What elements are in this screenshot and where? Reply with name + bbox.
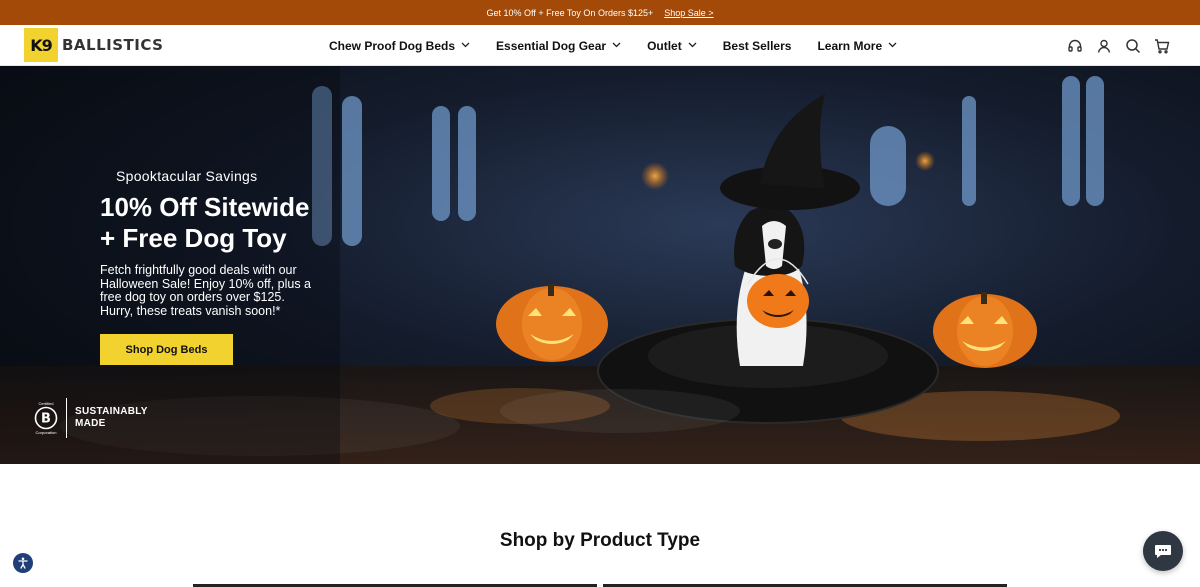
hero-headline-line1: 10% Off Sitewide (100, 192, 310, 222)
section-title: Shop by Product Type (499, 530, 701, 551)
hero-headline-line2: + Free Dog Toy (100, 223, 287, 253)
nav-label: Best Sellers (722, 38, 792, 53)
chevron-down-icon (688, 40, 697, 50)
b-corp-text-line1: SUSTAINABLY (75, 406, 148, 417)
hero-body: Fetch frightfully good deals with our Ha… (100, 263, 312, 318)
b-corp-logo: Certified B Corporation (34, 401, 58, 435)
nav-essential-dog-gear[interactable]: Essential Dog Gear (496, 39, 621, 53)
search-icon[interactable] (1124, 37, 1141, 54)
header-icons (1066, 25, 1170, 66)
hero-text-block: Spooktacular Savings 10% Off Sitewide + … (100, 168, 330, 318)
accessibility-button[interactable] (13, 553, 33, 573)
b-corp-badge: Certified B Corporation SUSTAINABLY MADE (34, 398, 148, 438)
cart-icon[interactable] (1153, 37, 1170, 54)
shop-dog-beds-button[interactable]: Shop Dog Beds (100, 334, 233, 365)
announcement-text: Get 10% Off + Free Toy On Orders $125+ (486, 7, 654, 18)
b-corp-circle-icon: B (34, 406, 58, 430)
main-nav: Chew Proof Dog Beds Essential Dog Gear O… (329, 25, 923, 66)
b-corp-letter: B (41, 412, 51, 427)
hero-eyebrow: Spooktacular Savings (116, 168, 258, 184)
nav-label: Essential Dog Gear (496, 38, 607, 53)
chat-bubble-icon (1155, 545, 1171, 558)
nav-best-sellers[interactable]: Best Sellers (723, 39, 792, 53)
announcement-bar: Get 10% Off + Free Toy On Orders $125+ S… (0, 0, 1200, 25)
hero-headline: 10% Off Sitewide + Free Dog Toy (100, 192, 330, 254)
accessibility-icon (18, 557, 28, 569)
hero-banner: Spooktacular Savings 10% Off Sitewide + … (0, 66, 1200, 464)
nav-chew-proof-dog-beds[interactable]: Chew Proof Dog Beds (329, 39, 470, 53)
nav-label: Outlet (647, 38, 682, 53)
nav-label: Learn More (817, 38, 883, 53)
chevron-down-icon (461, 40, 470, 50)
b-corp-corporation: Corporation (35, 430, 57, 435)
site-header: K9 BALLISTICS Chew Proof Dog Beds Essent… (0, 25, 1200, 66)
nav-outlet[interactable]: Outlet (647, 39, 697, 53)
chat-button[interactable] (1143, 531, 1183, 571)
logo[interactable]: K9 BALLISTICS (24, 28, 163, 62)
nav-label: Chew Proof Dog Beds (329, 38, 456, 53)
b-corp-text-line2: MADE (75, 418, 106, 429)
logo-wordmark: BALLISTICS (62, 36, 164, 54)
chevron-down-icon (888, 40, 897, 50)
chevron-down-icon (612, 40, 621, 50)
b-corp-text: SUSTAINABLY MADE (75, 406, 148, 430)
account-icon[interactable] (1095, 37, 1112, 54)
nav-learn-more[interactable]: Learn More (817, 39, 897, 53)
shop-sale-link[interactable]: Shop Sale > (664, 8, 713, 18)
support-headset-icon[interactable] (1066, 37, 1083, 54)
logo-badge: K9 (24, 28, 58, 62)
b-corp-divider (66, 398, 67, 438)
